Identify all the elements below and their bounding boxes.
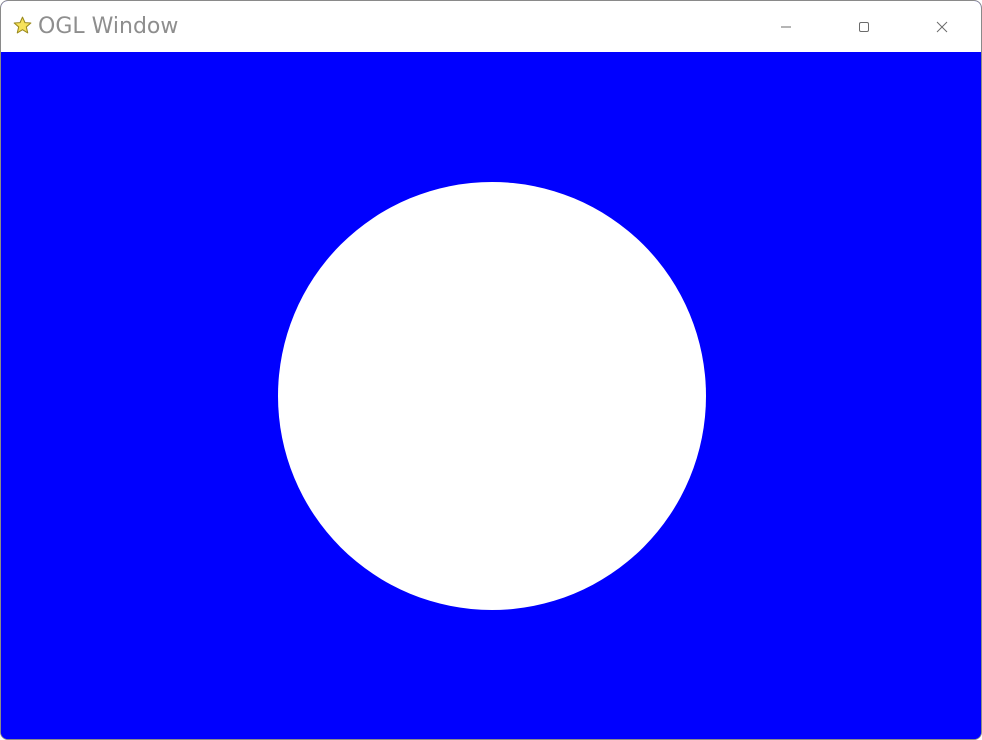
render-scene [1, 52, 981, 739]
minimize-button[interactable] [747, 1, 825, 52]
window-title: OGL Window [38, 14, 179, 39]
opengl-canvas[interactable] [1, 52, 981, 739]
star-icon [13, 16, 32, 34]
title-bar[interactable]: OGL Window [1, 1, 981, 52]
white-circle [278, 182, 706, 610]
maximize-button[interactable] [825, 1, 903, 52]
close-button[interactable] [903, 1, 981, 52]
app-window: OGL Window [0, 0, 982, 740]
maximize-icon [859, 21, 869, 32]
close-icon [936, 21, 948, 32]
minimize-icon [781, 26, 791, 27]
